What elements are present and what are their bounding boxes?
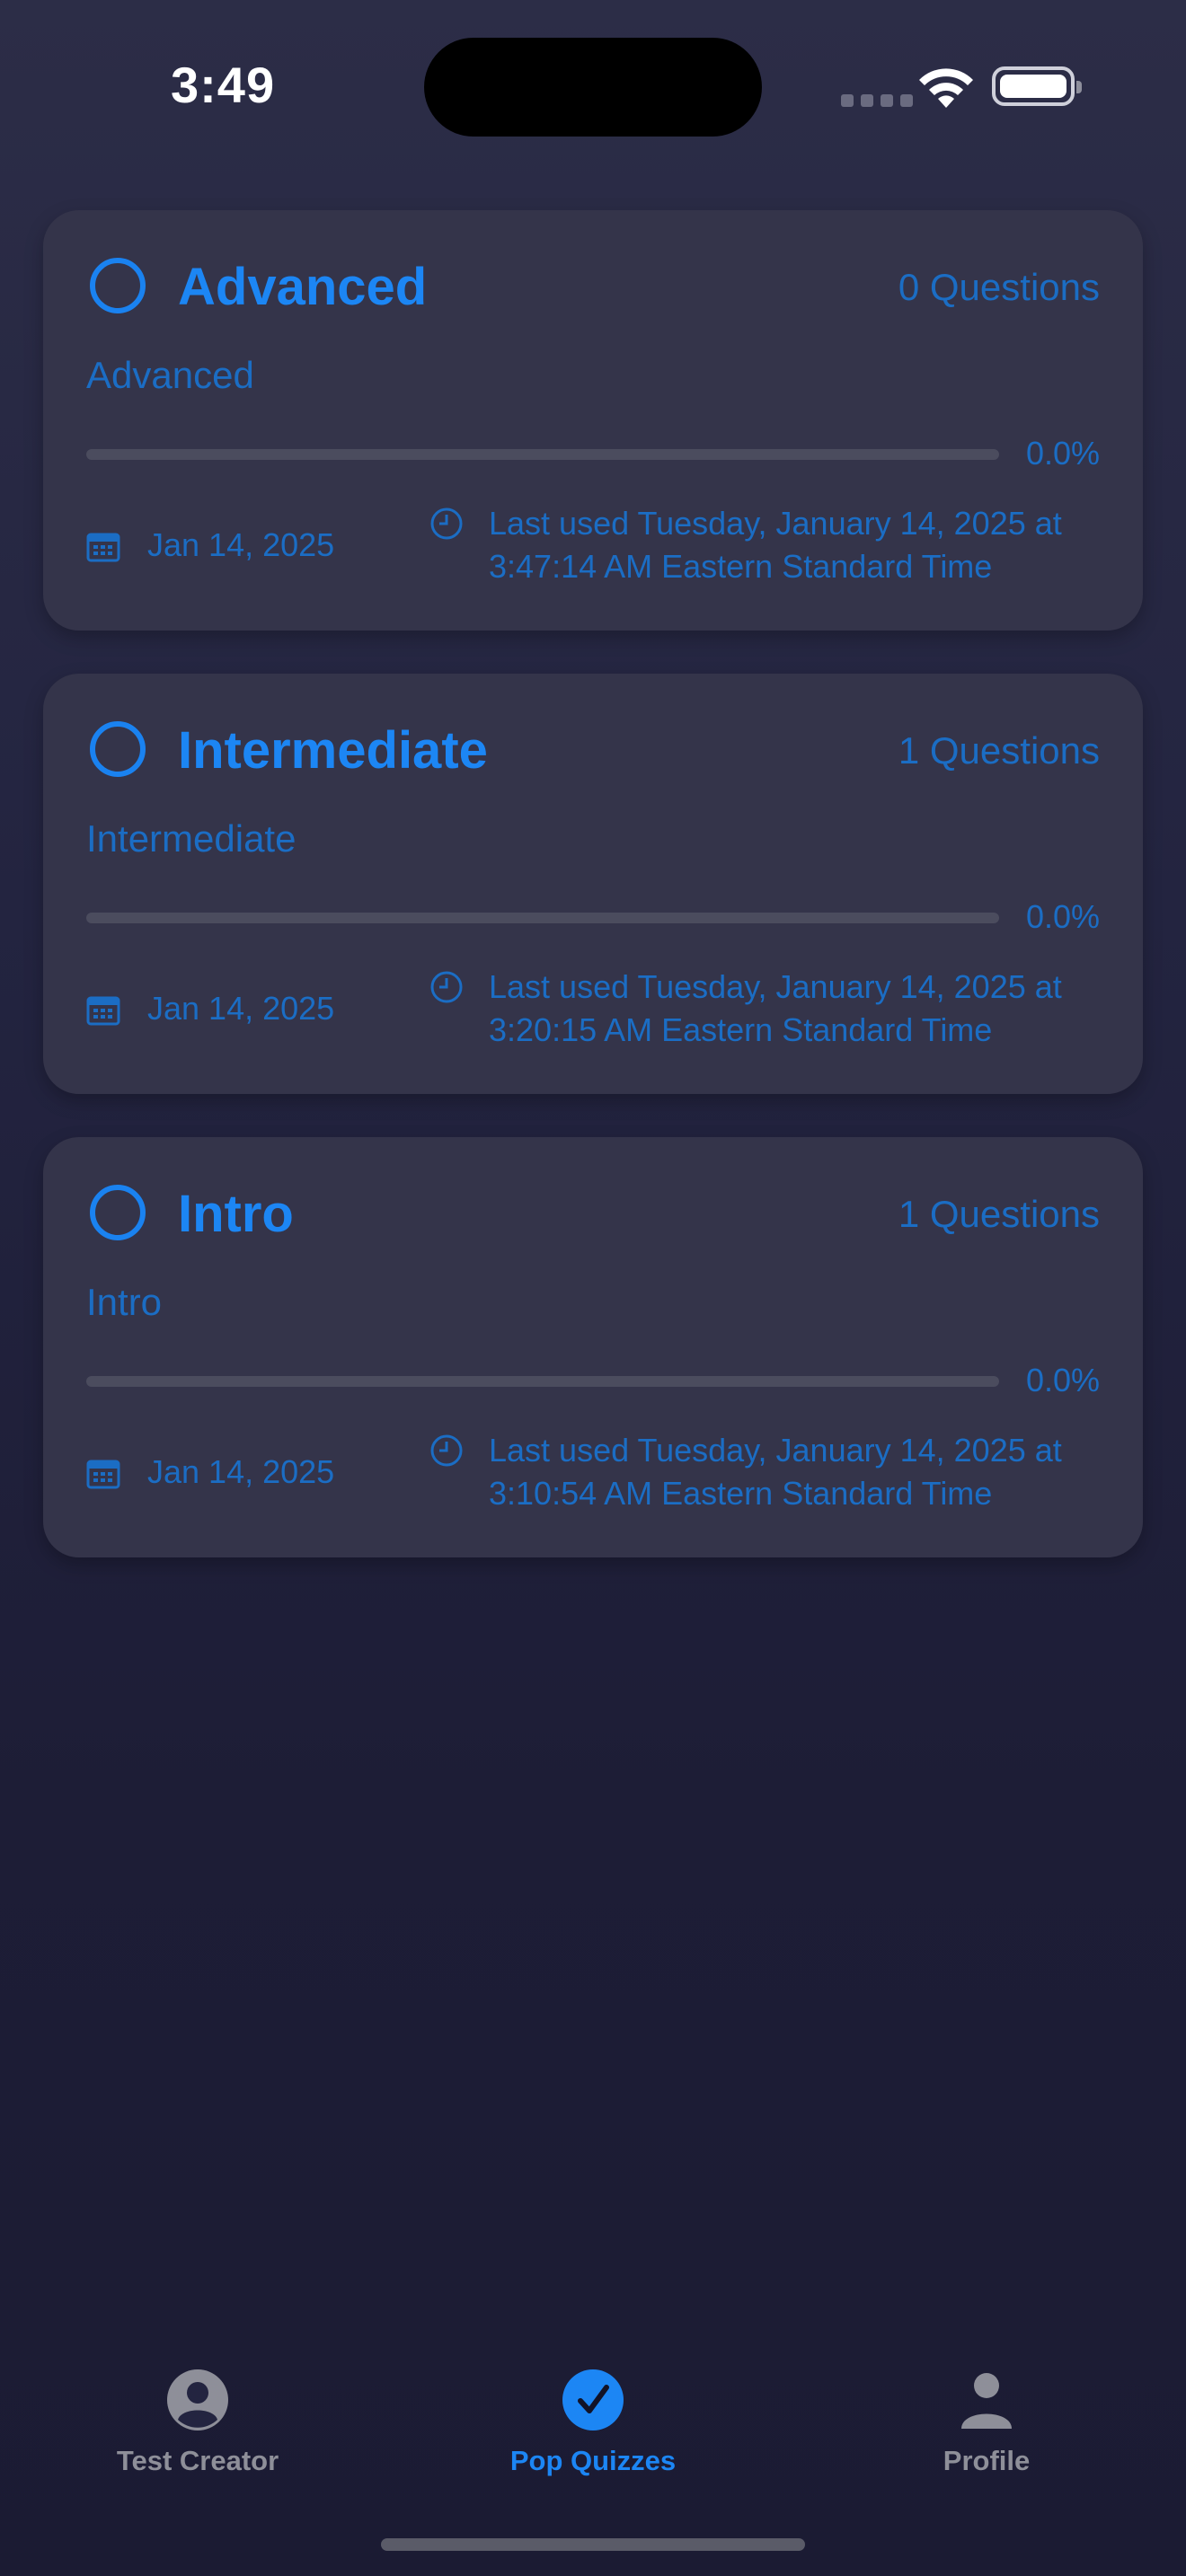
progress-bar xyxy=(86,913,999,923)
select-radio-button[interactable] xyxy=(90,721,146,777)
tab-test-creator[interactable]: Test Creator xyxy=(63,2368,332,2477)
calendar-icon xyxy=(86,533,120,562)
tab-label: Test Creator xyxy=(116,2445,279,2476)
status-time: 3:49 xyxy=(171,57,276,113)
created-date: Jan 14, 2025 xyxy=(147,990,335,1027)
progress-bar xyxy=(86,449,999,460)
tab-label: Profile xyxy=(943,2445,1031,2476)
quiz-subtitle: Intermediate xyxy=(86,817,296,860)
quiz-title: Advanced xyxy=(178,258,428,316)
progress-bar xyxy=(86,1376,999,1387)
last-used-text: Last used Tuesday, January 14, 2025 at 3… xyxy=(489,1432,1062,1512)
clock-icon xyxy=(430,1434,463,1467)
quiz-card[interactable]: Advanced 0 Questions Advanced 0.0% Jan 1… xyxy=(43,210,1143,631)
person-icon xyxy=(961,2373,1012,2429)
question-count: 1 Questions xyxy=(898,729,1100,772)
select-radio-button[interactable] xyxy=(90,258,146,313)
clock-icon xyxy=(430,971,463,1003)
cellular-signal-icon xyxy=(841,94,913,107)
progress-percent: 0.0% xyxy=(1025,898,1100,935)
checkmark-circle-icon xyxy=(562,2369,624,2430)
question-count: 0 Questions xyxy=(898,266,1100,308)
created-date: Jan 14, 2025 xyxy=(147,1453,335,1490)
progress-percent: 0.0% xyxy=(1025,1362,1100,1398)
quiz-title: Intermediate xyxy=(178,721,488,780)
question-count: 1 Questions xyxy=(898,1193,1100,1235)
tab-label: Pop Quizzes xyxy=(509,2445,677,2476)
home-indicator[interactable] xyxy=(381,2538,805,2551)
calendar-icon xyxy=(86,1460,120,1489)
quiz-subtitle: Advanced xyxy=(86,354,254,396)
calendar-icon xyxy=(86,996,120,1026)
created-date: Jan 14, 2025 xyxy=(147,526,335,563)
quiz-card[interactable]: Intro 1 Questions Intro 0.0% Jan 14, 202… xyxy=(43,1137,1143,1557)
quiz-card[interactable]: Intermediate 1 Questions Intermediate 0.… xyxy=(43,674,1143,1094)
progress-percent: 0.0% xyxy=(1025,435,1100,472)
tab-pop-quizzes[interactable]: Pop Quizzes xyxy=(458,2368,728,2477)
dynamic-island xyxy=(424,38,762,137)
person-circle-icon xyxy=(167,2369,228,2430)
last-used-text: Last used Tuesday, January 14, 2025 at 3… xyxy=(489,968,1062,1048)
status-bar: 3:49 xyxy=(0,0,1186,171)
select-radio-button[interactable] xyxy=(90,1185,146,1240)
last-used-text: Last used Tuesday, January 14, 2025 at 3… xyxy=(489,505,1062,585)
wifi-icon xyxy=(919,68,973,108)
quiz-title: Intro xyxy=(178,1185,294,1243)
battery-icon xyxy=(992,66,1082,106)
tab-profile[interactable]: Profile xyxy=(852,2368,1121,2477)
quiz-subtitle: Intro xyxy=(86,1281,163,1323)
clock-icon xyxy=(430,507,463,540)
